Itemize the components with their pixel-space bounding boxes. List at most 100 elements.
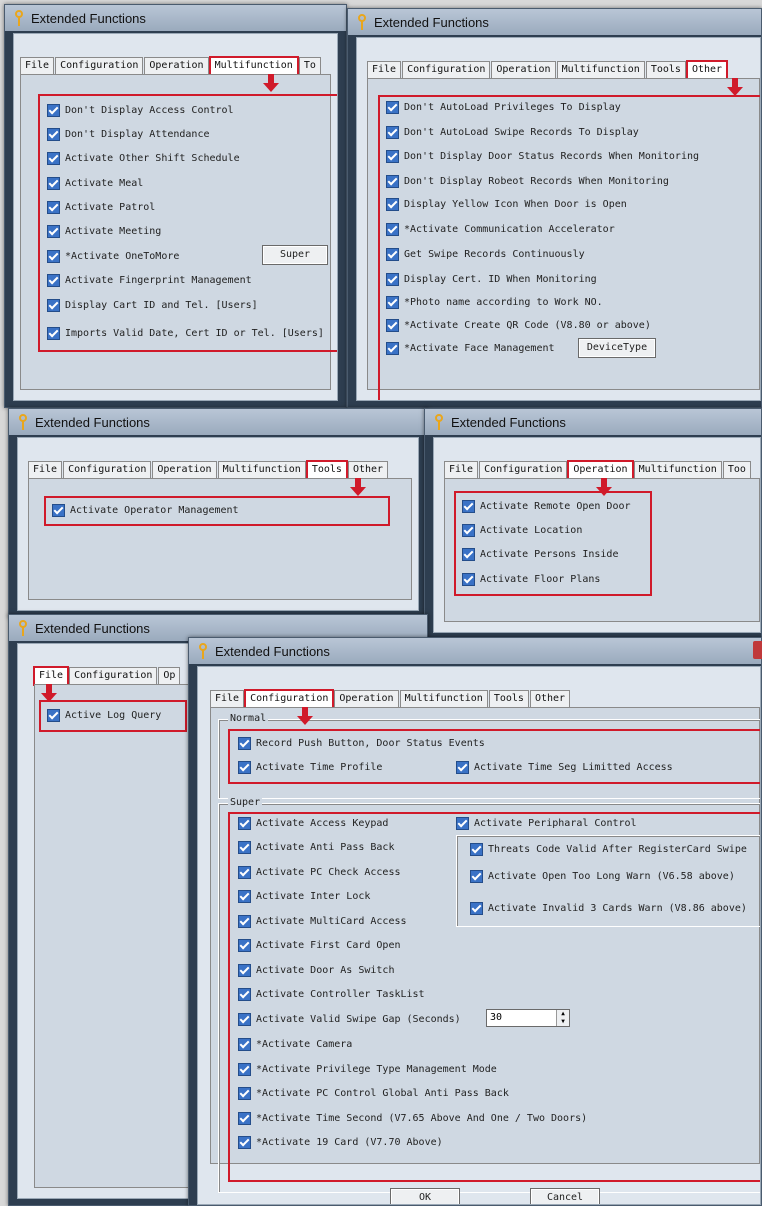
checkbox-activate-time-second[interactable]: *Activate Time Second (V7.65 Above And O… (238, 1112, 587, 1125)
checkbox-activate-anti-pass-back[interactable]: Activate Anti Pass Back (238, 841, 394, 854)
checkbox-activate-first-card-open[interactable]: Activate First Card Open (238, 939, 401, 952)
tab-file[interactable]: File (28, 461, 63, 479)
checkbox-imports-valid-date[interactable]: Imports Valid Date, Cert ID or Tel. [Use… (47, 327, 324, 340)
tab-configuration[interactable]: Configuration (55, 57, 144, 75)
checkbox-activate-location[interactable]: Activate Location (462, 524, 582, 537)
checkbox-activate-meeting[interactable]: Activate Meeting (47, 225, 161, 238)
tab-tools[interactable]: Too (722, 461, 751, 479)
cancel-button[interactable]: Cancel (530, 1188, 600, 1204)
checkbox-active-log-query[interactable]: Active Log Query (47, 709, 161, 722)
checkbox-dont-display-access-control[interactable]: Don't Display Access Control (47, 104, 234, 117)
checkbox-activate-pc-check-access[interactable]: Activate PC Check Access (238, 866, 401, 879)
checkbox-activate-persons-inside[interactable]: Activate Persons Inside (462, 548, 618, 561)
checkbox-activate-operator-management[interactable]: Activate Operator Management (52, 504, 239, 517)
tab-file[interactable]: File (444, 461, 479, 479)
checkbox-activate-communication-accelerator[interactable]: *Activate Communication Accelerator (386, 223, 615, 236)
tab-multifunction[interactable]: Multifunction (217, 461, 306, 479)
checkbox-activate-camera[interactable]: *Activate Camera (238, 1038, 352, 1051)
checkbox-activate-access-keypad[interactable]: Activate Access Keypad (238, 817, 388, 830)
tab-other[interactable]: Other (529, 690, 571, 708)
tab-multifunction[interactable]: Multifunction (556, 61, 645, 79)
checkbox-activate-19-card[interactable]: *Activate 19 Card (V7.70 Above) (238, 1136, 443, 1149)
checkbox-activate-time-seg-limitted-access[interactable]: Activate Time Seg Limitted Access (456, 761, 673, 774)
checkbox-checked-icon (386, 319, 399, 332)
checkbox-activate-time-profile[interactable]: Activate Time Profile (238, 761, 382, 774)
checkbox-label: Activate Remote Open Door (480, 501, 631, 512)
swipe-gap-seconds-stepper[interactable]: 30 ▲ ▼ (486, 1009, 570, 1027)
checkbox-display-yellow-icon[interactable]: Display Yellow Icon When Door is Open (386, 198, 627, 211)
tab-operation[interactable]: Op (158, 667, 181, 685)
tab-configuration[interactable]: Configuration (402, 61, 491, 79)
device-type-button[interactable]: DeviceType (578, 338, 656, 358)
checkbox-activate-onetomore[interactable]: *Activate OneToMore (47, 250, 179, 263)
checkbox-activate-valid-swipe-gap[interactable]: Activate Valid Swipe Gap (Seconds) (238, 1013, 461, 1026)
checkbox-checked-icon (386, 101, 399, 114)
checkbox-activate-remote-open-door[interactable]: Activate Remote Open Door (462, 500, 631, 513)
checkbox-activate-face-management[interactable]: *Activate Face Management (386, 342, 555, 355)
super-button[interactable]: Super (262, 245, 328, 265)
checkbox-activate-door-as-switch[interactable]: Activate Door As Switch (238, 964, 394, 977)
checkbox-dont-autoload-privileges[interactable]: Don't AutoLoad Privileges To Display (386, 101, 621, 114)
checkbox-display-cart-id-tel[interactable]: Display Cart ID and Tel. [Users] (47, 299, 258, 312)
checkbox-checked-icon (238, 890, 251, 903)
checkbox-checked-icon (47, 709, 60, 722)
checkbox-activate-open-too-long-warn[interactable]: Activate Open Too Long Warn (V6.58 above… (470, 870, 735, 883)
checkbox-activate-patrol[interactable]: Activate Patrol (47, 201, 155, 214)
checkbox-dont-display-attendance[interactable]: Don't Display Attendance (47, 128, 210, 141)
checkbox-activate-invalid-3-cards-warn[interactable]: Activate Invalid 3 Cards Warn (V8.86 abo… (470, 902, 747, 915)
checkbox-dont-autoload-swipe-records[interactable]: Don't AutoLoad Swipe Records To Display (386, 126, 639, 139)
tab-other[interactable]: Other (685, 60, 729, 80)
tab-multifunction[interactable]: Multifunction (208, 56, 299, 76)
tab-operation[interactable]: Operation (144, 57, 209, 75)
checkbox-photo-name-work-no[interactable]: *Photo name according to Work NO. (386, 296, 603, 309)
tab-file[interactable]: File (32, 666, 70, 686)
checkbox-activate-multicard-access[interactable]: Activate MultiCard Access (238, 915, 407, 928)
tab-operation[interactable]: Operation (567, 460, 634, 480)
checkbox-checked-icon (47, 327, 60, 340)
tab-file[interactable]: File (20, 57, 55, 75)
tab-file[interactable]: File (367, 61, 402, 79)
stepper-value: 30 (490, 1012, 503, 1023)
checkbox-activate-inter-lock[interactable]: Activate Inter Lock (238, 890, 370, 903)
checkbox-label: Activate First Card Open (256, 940, 401, 951)
tab-operation[interactable]: Operation (334, 690, 399, 708)
spinner-arrows-icon[interactable]: ▲ ▼ (556, 1010, 569, 1026)
checkbox-dont-display-robeot-records[interactable]: Don't Display Robeot Records When Monito… (386, 175, 669, 188)
tab-tools[interactable]: Tools (488, 690, 529, 708)
checkbox-dont-display-door-status[interactable]: Don't Display Door Status Records When M… (386, 150, 699, 163)
checkbox-checked-icon (386, 126, 399, 139)
checkbox-activate-pc-control-global-anti-pass-back[interactable]: *Activate PC Control Global Anti Pass Ba… (238, 1087, 509, 1100)
checkbox-threats-code-valid[interactable]: Threats Code Valid After RegisterCard Sw… (470, 843, 747, 856)
tab-configuration[interactable]: Configuration (63, 461, 152, 479)
tab-tools[interactable]: Tools (305, 460, 348, 480)
checkbox-activate-create-qr-code[interactable]: *Activate Create QR Code (V8.80 or above… (386, 319, 651, 332)
tab-tools[interactable]: To (298, 57, 321, 75)
checkbox-activate-controller-tasklist[interactable]: Activate Controller TaskList (238, 988, 425, 1001)
checkbox-display-cert-id[interactable]: Display Cert. ID When Monitoring (386, 273, 597, 286)
checkbox-label: Get Swipe Records Continuously (404, 249, 585, 260)
tab-operation[interactable]: Operation (491, 61, 556, 79)
tab-configuration[interactable]: Configuration (244, 689, 335, 709)
tab-configuration[interactable]: Configuration (69, 667, 158, 685)
checkbox-checked-icon (238, 761, 251, 774)
checkbox-activate-peripheral-control[interactable]: Activate Peripharal Control (456, 817, 637, 830)
tab-other[interactable]: Other (347, 461, 389, 479)
tab-multifunction[interactable]: Multifunction (399, 690, 488, 708)
checkbox-record-push-button[interactable]: Record Push Button, Door Status Events (238, 737, 485, 750)
checkbox-activate-meal[interactable]: Activate Meal (47, 177, 143, 190)
tab-file[interactable]: File (210, 690, 245, 708)
checkbox-get-swipe-records-continuously[interactable]: Get Swipe Records Continuously (386, 248, 585, 261)
tab-operation[interactable]: Operation (152, 461, 217, 479)
checkbox-activate-floor-plans[interactable]: Activate Floor Plans (462, 573, 600, 586)
checkbox-label: *Activate Time Second (V7.65 Above And O… (256, 1113, 588, 1124)
checkbox-activate-fingerprint-management[interactable]: Activate Fingerprint Management (47, 274, 252, 287)
checkbox-activate-privilege-type-management[interactable]: *Activate Privilege Type Management Mode (238, 1063, 497, 1076)
checkbox-activate-other-shift-schedule[interactable]: Activate Other Shift Schedule (47, 152, 240, 165)
ok-button[interactable]: OK (390, 1188, 460, 1204)
close-icon[interactable] (753, 641, 762, 659)
tab-multifunction[interactable]: Multifunction (633, 461, 722, 479)
checkbox-checked-icon (47, 128, 60, 141)
window-title: Extended Functions (215, 643, 330, 659)
tab-configuration[interactable]: Configuration (479, 461, 568, 479)
tab-tools[interactable]: Tools (645, 61, 686, 79)
